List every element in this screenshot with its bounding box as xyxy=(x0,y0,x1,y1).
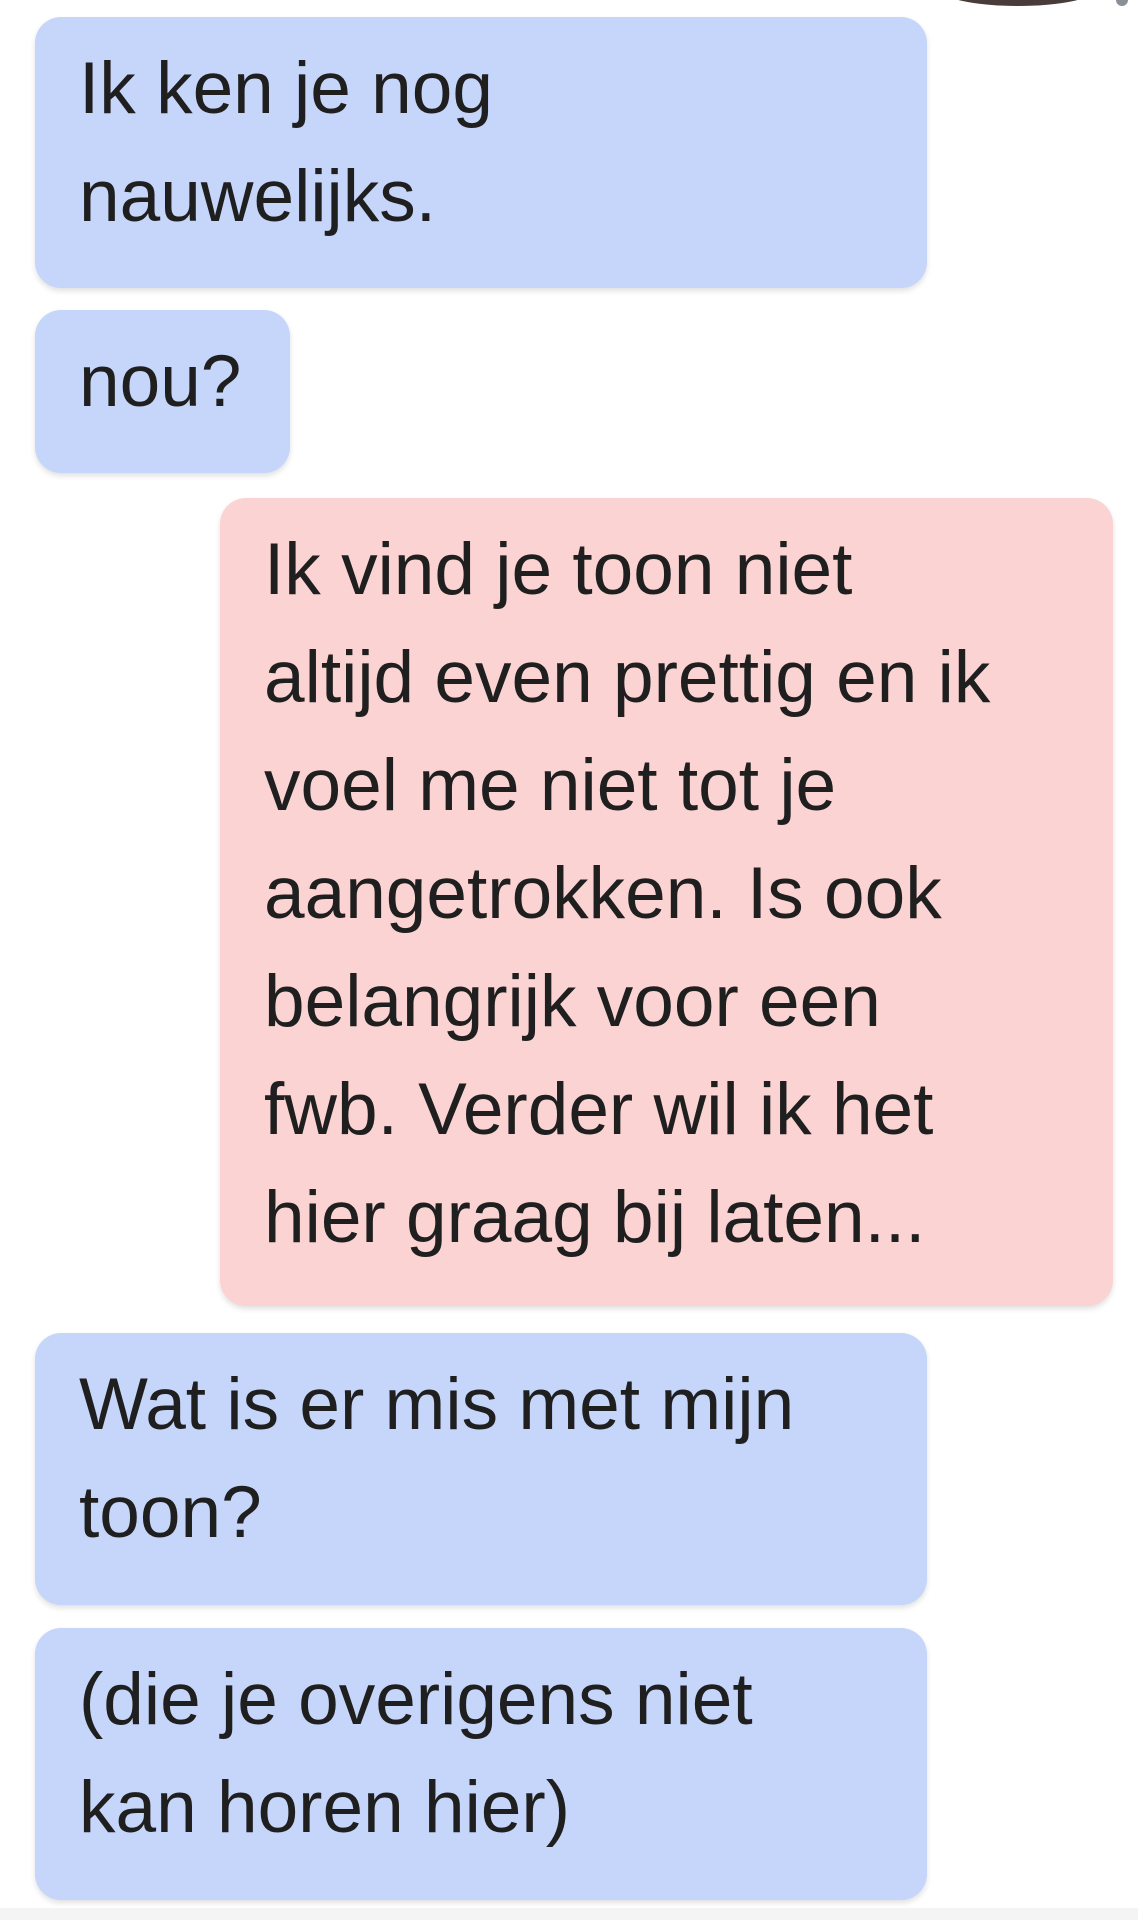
message-text: nou? xyxy=(79,341,242,422)
message-bubble-incoming[interactable]: Ik ken je nog nauwelijks. xyxy=(35,17,927,288)
message-bubble-incoming[interactable]: Wat is er mis met mijn toon? xyxy=(35,1333,927,1605)
message-bubble-incoming[interactable]: (die je overigens niet kan horen hier) xyxy=(35,1628,927,1900)
message-text: Wat is er mis met mijn toon? xyxy=(79,1364,795,1553)
message-bubble-outgoing[interactable]: Ik vind je toon niet altijd even prettig… xyxy=(220,498,1113,1306)
bottom-edge xyxy=(0,1908,1138,1920)
message-text: Ik vind je toon niet altijd even prettig… xyxy=(264,529,991,1258)
message-text: (die je overigens niet kan horen hier) xyxy=(79,1659,753,1848)
message-bubble-incoming[interactable]: nou? xyxy=(35,310,290,473)
message-text: Ik ken je nog nauwelijks. xyxy=(79,48,493,237)
message-thread: Ik ken je nog nauwelijks. nou? Ik vind j… xyxy=(0,0,1138,1920)
